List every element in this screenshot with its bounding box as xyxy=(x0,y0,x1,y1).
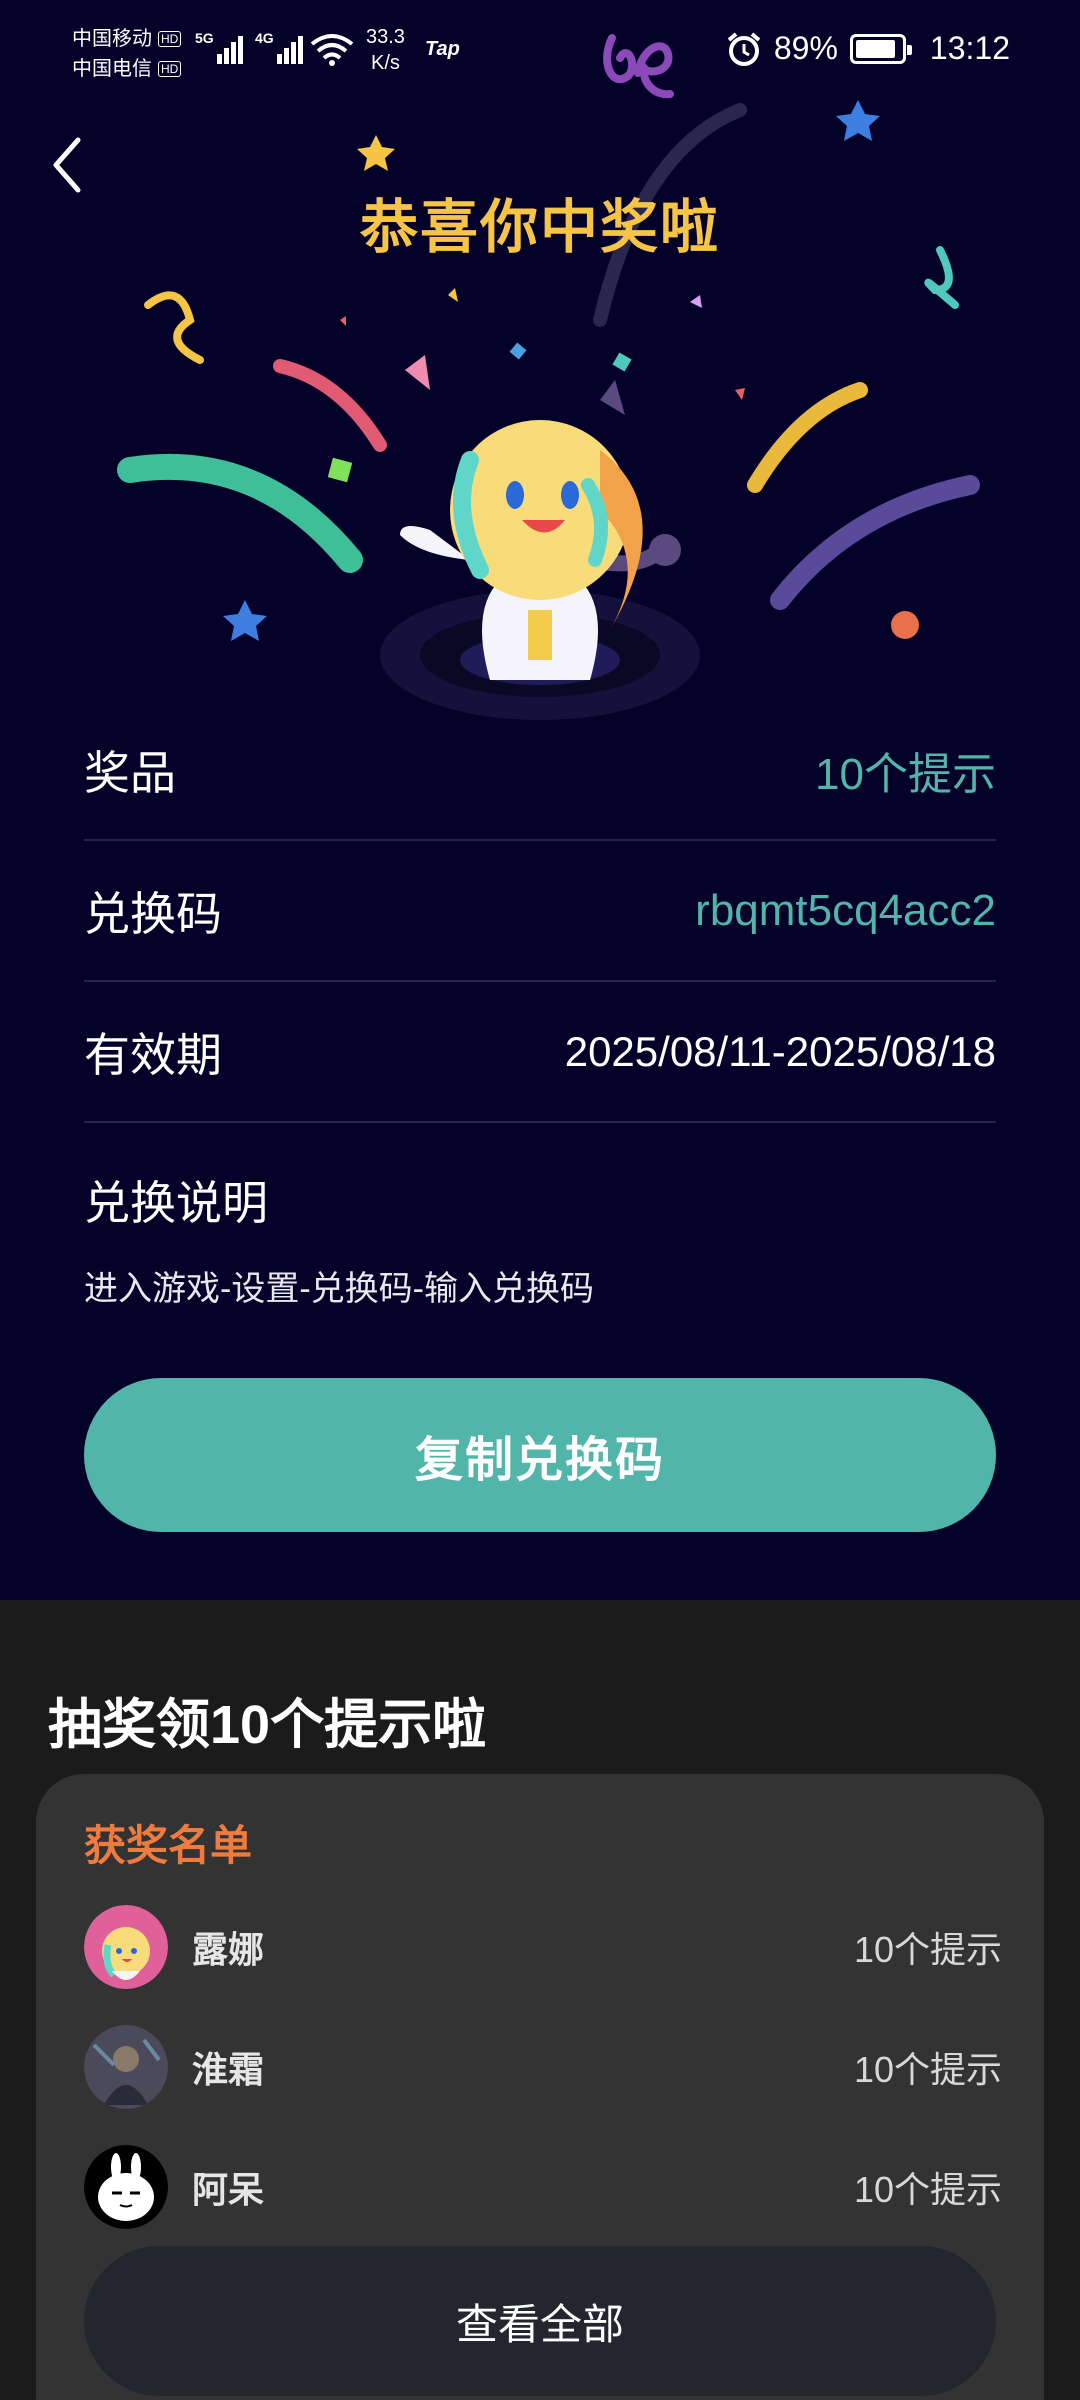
clock: 13:12 xyxy=(929,30,1010,66)
carrier-2: 中国电信 xyxy=(72,58,152,80)
code-row: 兑换码 rbqmt5cq4acc2 xyxy=(84,841,996,982)
wifi-icon xyxy=(310,34,354,66)
winner-prize: 10个提示 xyxy=(853,2169,1002,2210)
validity-label: 有效期 xyxy=(84,1028,222,1081)
avatar xyxy=(84,2025,168,2109)
network-type: 5G xyxy=(195,30,214,46)
winner-name: 露娜 xyxy=(192,1929,265,1970)
taptap-icon: Tap xyxy=(425,38,460,60)
network-speed: 33.3 K/s xyxy=(366,24,405,76)
lottery-title: 抽奖领10个提示啦 xyxy=(48,1695,487,1755)
winner-name: 淮霜 xyxy=(192,2049,265,2090)
list-item: 淮霜 10个提示 xyxy=(84,2024,1002,2110)
battery-icon xyxy=(849,33,912,64)
battery-percent: 89% xyxy=(773,30,838,66)
code-label: 兑换码 xyxy=(84,887,222,940)
hd-badge: HD xyxy=(158,61,182,77)
speed-value: 33.3 xyxy=(366,26,405,48)
instructions-label: 兑换说明 xyxy=(84,1177,268,1229)
lottery-section: 抽奖领10个提示啦 获奖名单 露娜 10个提示 淮霜 10个提示 阿呆 10个提… xyxy=(0,1600,1080,2400)
status-bar: 中国移动 HD 中国电信 HD 5G 4G 33.3 K/s Tap 89% 1… xyxy=(0,0,1080,100)
signal-4g-icon: 4G xyxy=(255,30,305,64)
network-type: 4G xyxy=(255,30,274,46)
prize-details: 奖品 10个提示 兑换码 rbqmt5cq4acc2 有效期 2025/08/1… xyxy=(84,700,996,1310)
signal-5g-icon: 5G xyxy=(195,30,245,64)
avatar xyxy=(84,2145,168,2229)
redeem-code[interactable]: rbqmt5cq4acc2 xyxy=(695,886,996,936)
winners-title: 获奖名单 xyxy=(84,1822,253,1869)
validity-value: 2025/08/11-2025/08/18 xyxy=(564,1027,996,1075)
prize-label: 奖品 xyxy=(84,746,176,799)
winners-card: 获奖名单 露娜 10个提示 淮霜 10个提示 阿呆 10个提示 查看全部 xyxy=(36,1774,1044,2400)
list-item: 阿呆 10个提示 xyxy=(84,2144,1002,2230)
speed-unit: K/s xyxy=(371,52,400,74)
carrier-1: 中国移动 xyxy=(72,28,152,50)
copy-code-button[interactable]: 复制兑换码 xyxy=(84,1378,996,1532)
view-all-button[interactable]: 查看全部 xyxy=(84,2246,996,2396)
prize-row: 奖品 10个提示 xyxy=(84,700,996,841)
prize-value: 10个提示 xyxy=(815,749,996,799)
instructions-text: 进入游戏-设置-兑换码-输入兑换码 xyxy=(84,1270,594,1308)
avatar xyxy=(84,1905,168,1989)
winner-name: 阿呆 xyxy=(192,2169,265,2210)
hd-badge: HD xyxy=(158,31,182,47)
battery-fill xyxy=(855,39,895,58)
validity-row: 有效期 2025/08/11-2025/08/18 xyxy=(84,982,996,1123)
winner-prize: 10个提示 xyxy=(853,1929,1002,1970)
carrier-info: 中国移动 HD 中国电信 HD xyxy=(72,24,182,84)
winner-prize: 10个提示 xyxy=(853,2049,1002,2090)
status-right: 89% 13:12 xyxy=(726,30,1010,67)
prize-panel: 中国移动 HD 中国电信 HD 5G 4G 33.3 K/s Tap 89% 1… xyxy=(0,0,1080,1600)
page-title: 恭喜你中奖啦 xyxy=(359,195,720,260)
alarm-icon xyxy=(727,31,761,66)
list-item: 露娜 10个提示 xyxy=(84,1904,1002,1990)
